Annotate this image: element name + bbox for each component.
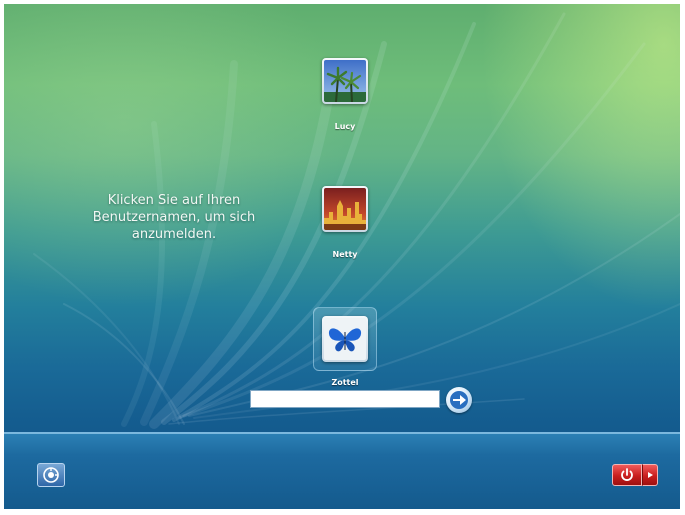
submit-button[interactable] [446, 387, 472, 413]
city-skyline-icon [324, 188, 366, 230]
logon-screen: Klicken Sie auf Ihren Benutzernamen, um … [4, 4, 680, 509]
power-icon [621, 468, 633, 481]
user-name-lucy[interactable]: Lucy [295, 122, 395, 131]
butterfly-icon [324, 318, 366, 360]
shutdown-button[interactable] [612, 464, 642, 486]
password-input[interactable] [250, 390, 440, 408]
bottom-bar [4, 432, 680, 509]
user-picture-city-skyline[interactable] [322, 186, 368, 232]
user-name-zottel[interactable]: Zottel [295, 378, 395, 387]
palm-trees-icon [324, 60, 366, 102]
user-picture-palm-trees[interactable] [322, 58, 368, 104]
ease-of-access-icon [43, 467, 59, 483]
power-options [612, 464, 658, 486]
logon-instruction: Klicken Sie auf Ihren Benutzernamen, um … [92, 193, 256, 242]
triangle-right-icon [648, 472, 653, 478]
shutdown-options-button[interactable] [642, 464, 658, 486]
user-name-netty[interactable]: Netty [295, 250, 395, 259]
user-picture-butterfly[interactable] [322, 316, 368, 362]
ease-of-access-button[interactable] [37, 463, 65, 487]
arrow-right-icon [450, 391, 468, 409]
